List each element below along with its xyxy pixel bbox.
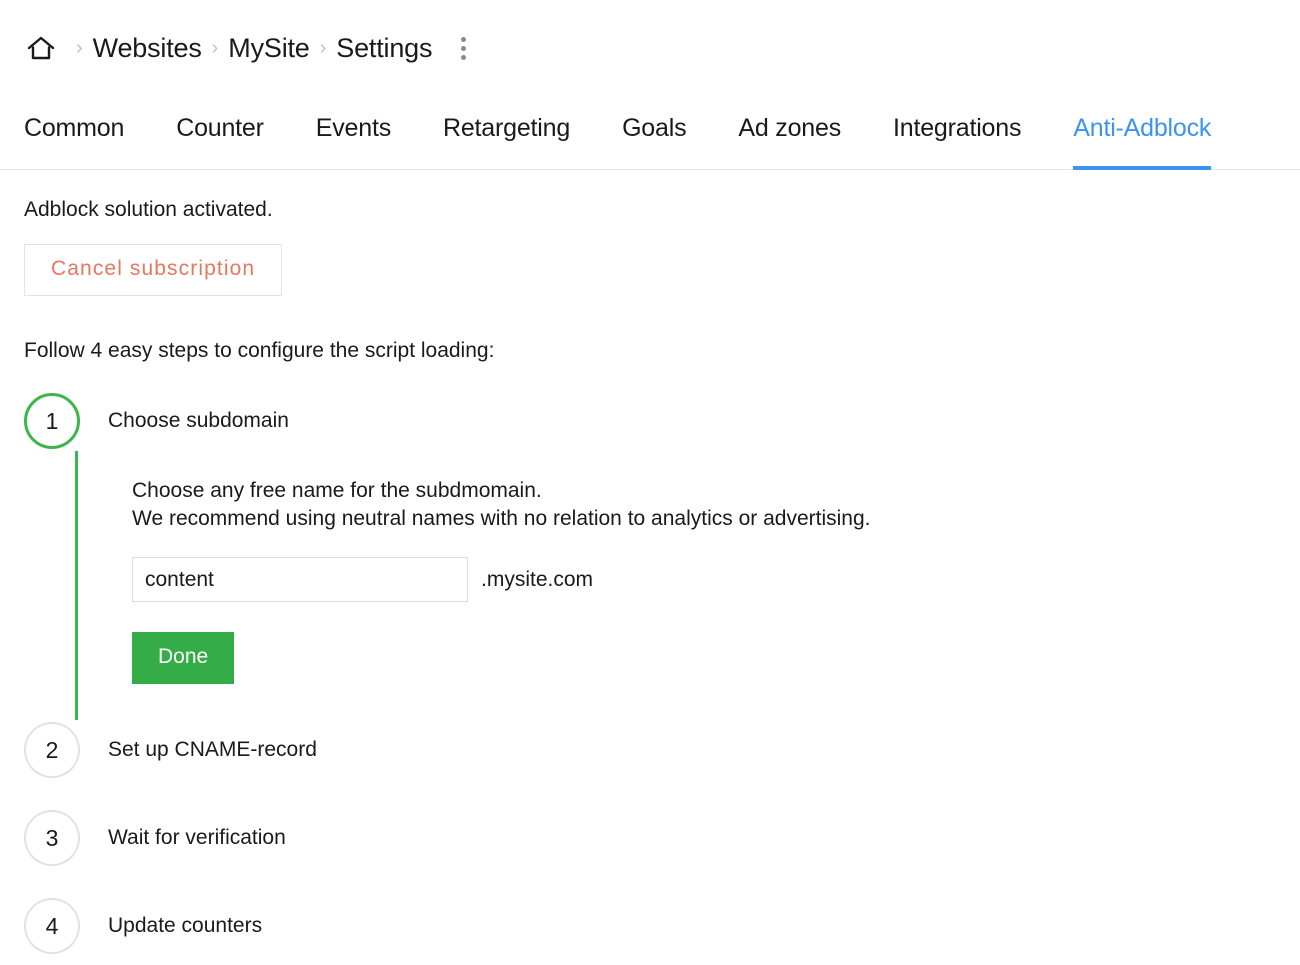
step-3-wait-for-verification: 3 Wait for verification [24,808,1276,868]
tab-ad-zones[interactable]: Ad zones [738,114,841,169]
step-4-number-badge: 4 [24,898,80,954]
breadcrumb-item-websites[interactable]: Websites [93,33,202,64]
breadcrumb-item-mysite[interactable]: MySite [228,33,309,64]
kebab-dot [461,37,466,42]
step-2-set-up-cname-record: 2 Set up CNAME-record [24,720,1276,780]
home-icon[interactable] [24,31,58,65]
step-4-update-counters: 4 Update counters [24,896,1276,956]
step-1-body: Choose any free name for the subdmomain.… [24,451,1276,720]
tab-goals[interactable]: Goals [622,114,686,169]
step-1-choose-subdomain: 1 Choose subdomain Choose any free name … [24,391,1276,720]
breadcrumb-separator-3: › [320,38,327,58]
kebab-dot [461,55,466,60]
done-button[interactable]: Done [132,632,234,684]
anti-adblock-panel: Adblock solution activated. Cancel subsc… [0,198,1300,956]
step-2-title: Set up CNAME-record [108,738,317,762]
kebab-menu-icon[interactable] [448,31,478,65]
step-connector-line [75,451,78,720]
step-3-title: Wait for verification [108,826,286,850]
tab-counter[interactable]: Counter [176,114,264,169]
tab-common[interactable]: Common [24,114,124,169]
tab-retargeting[interactable]: Retargeting [443,114,570,169]
step-1-description-line-2: We recommend using neutral names with no… [132,505,1276,533]
step-3-header[interactable]: 3 Wait for verification [24,808,1276,868]
tab-anti-adblock[interactable]: Anti-Adblock [1073,114,1211,169]
step-1-number-badge: 1 [24,393,80,449]
kebab-dot [461,46,466,51]
breadcrumb: › Websites › MySite › Settings [0,0,1300,96]
cancel-subscription-button[interactable]: Cancel subscription [24,244,282,296]
step-spacer [24,780,1276,808]
step-1-title: Choose subdomain [108,409,289,433]
subdomain-field-row: .mysite.com [132,557,1276,602]
tab-events[interactable]: Events [316,114,391,169]
breadcrumb-separator-1: › [76,38,83,58]
step-2-number-badge: 2 [24,722,80,778]
steps-intro-text: Follow 4 easy steps to configure the scr… [24,339,1276,363]
tab-integrations[interactable]: Integrations [893,114,1021,169]
step-4-header[interactable]: 4 Update counters [24,896,1276,956]
settings-tab-bar: Common Counter Events Retargeting Goals … [0,96,1300,170]
adblock-status-text: Adblock solution activated. [24,198,1276,222]
setup-steps-list: 1 Choose subdomain Choose any free name … [24,391,1276,956]
step-4-title: Update counters [108,914,262,938]
step-1-description-line-1: Choose any free name for the subdmomain. [132,451,1276,505]
domain-suffix-label: .mysite.com [481,568,593,592]
breadcrumb-item-settings[interactable]: Settings [336,33,432,64]
step-3-number-badge: 3 [24,810,80,866]
breadcrumb-separator-2: › [212,38,219,58]
step-1-header[interactable]: 1 Choose subdomain [24,391,1276,451]
step-2-header[interactable]: 2 Set up CNAME-record [24,720,1276,780]
step-spacer [24,868,1276,896]
subdomain-input[interactable] [132,557,468,602]
